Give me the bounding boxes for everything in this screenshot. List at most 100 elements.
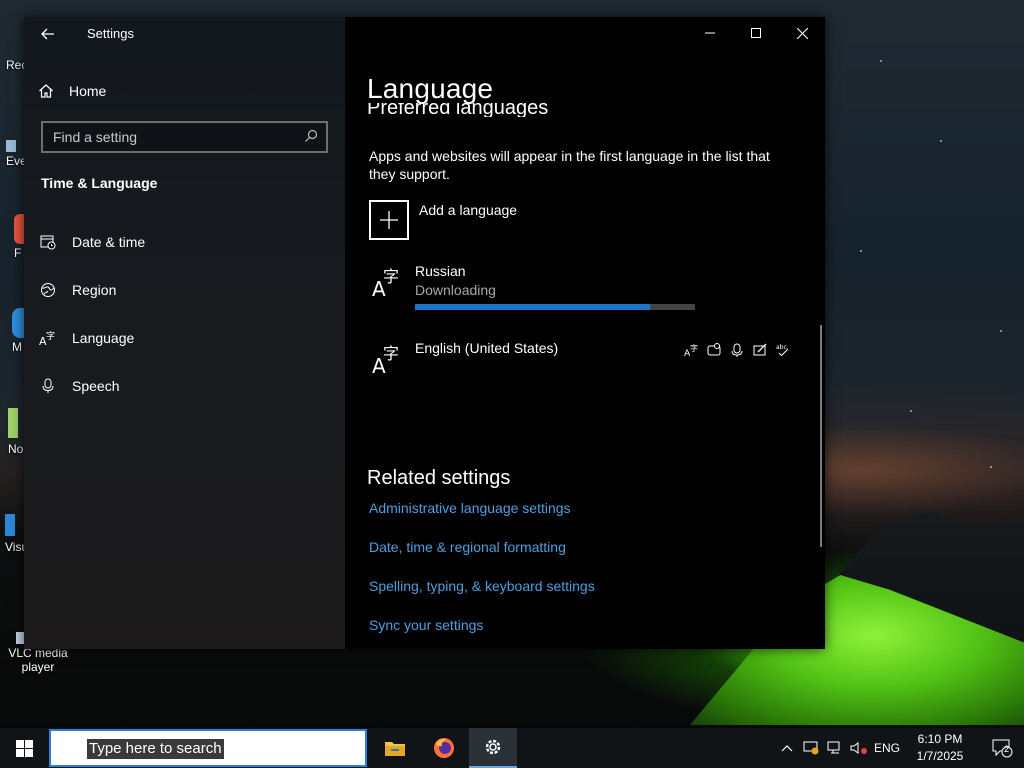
related-settings-heading: Related settings	[367, 467, 511, 489]
taskbar: Type here to search ENG 6:10 PM 1/7/2025	[0, 728, 1024, 768]
desktop-icon-label: No	[8, 442, 24, 456]
notification-icon	[992, 739, 1013, 758]
shortcut-icon	[6, 140, 16, 152]
desktop-icon-label: VLC media player	[8, 646, 68, 674]
gear-icon	[485, 739, 501, 755]
plus-icon	[369, 200, 409, 240]
tray-network-icon[interactable]	[824, 728, 846, 768]
sidebar: Settings Home Find a setting Time & Lang…	[24, 17, 345, 649]
home-icon	[39, 84, 53, 98]
vscode-icon	[5, 514, 15, 536]
search-placeholder: Find a setting	[53, 129, 138, 145]
heading-text: Preferred languages	[367, 103, 549, 117]
title-bar: Settings	[24, 17, 345, 51]
tray-clock[interactable]: 6:10 PM 1/7/2025	[908, 731, 972, 765]
download-progress-bar	[415, 304, 695, 310]
firefox-icon	[14, 214, 24, 244]
sidebar-item-home[interactable]: Home	[38, 79, 106, 103]
settings-window: Settings Home Find a setting Time & Lang…	[24, 17, 825, 649]
volume-muted-icon	[850, 742, 867, 754]
window-title: Settings	[87, 26, 134, 41]
notification-center-button[interactable]: 2	[980, 728, 1024, 768]
microphone-icon	[38, 376, 58, 396]
language-icon: A 字	[372, 344, 399, 376]
notepad-icon	[8, 408, 18, 438]
clock-time: 6:10 PM	[917, 732, 963, 746]
display-language-icon: A字	[683, 342, 699, 358]
chevron-up-icon	[781, 745, 793, 752]
firefox-icon	[434, 738, 454, 758]
desktop-icon-notepad[interactable]: No	[8, 408, 23, 456]
spell-check-icon: abc	[775, 342, 791, 358]
tray-security-icon[interactable]	[800, 728, 822, 768]
star	[860, 250, 862, 252]
taskbar-search-box[interactable]: Type here to search	[49, 729, 367, 767]
page-title: Language	[367, 73, 494, 104]
close-button[interactable]	[779, 17, 825, 49]
maximize-icon	[751, 28, 761, 38]
star	[990, 466, 992, 468]
language-name: Russian	[415, 263, 466, 279]
search-icon	[305, 129, 318, 142]
sync-settings-link[interactable]: Sync your settings	[369, 617, 483, 633]
maximize-button[interactable]	[733, 17, 779, 49]
star	[940, 140, 942, 142]
back-button[interactable]	[34, 23, 62, 45]
calendar-clock-icon	[38, 232, 58, 252]
add-language-label: Add a language	[419, 202, 518, 218]
spelling-typing-keyboard-link[interactable]: Spelling, typing, & keyboard settings	[369, 578, 595, 594]
sidebar-item-label: Home	[69, 83, 107, 99]
desktop-icon-edge[interactable]: M	[12, 308, 24, 354]
add-language-button[interactable]: Add a language	[369, 200, 517, 240]
description-text: Apps and websites will appear in the fir…	[369, 148, 770, 182]
date-time-regional-link[interactable]: Date, time & regional formatting	[369, 539, 566, 555]
ethernet-icon	[827, 741, 840, 754]
sidebar-item-label: Speech	[72, 378, 120, 394]
windows-logo-icon	[15, 739, 33, 757]
sidebar-item-speech[interactable]: Speech	[38, 374, 119, 398]
edge-icon	[12, 308, 24, 338]
sidebar-item-language[interactable]: A字 Language	[38, 326, 134, 350]
scrollbar[interactable]	[820, 325, 822, 547]
sidebar-item-region[interactable]: Region	[38, 278, 116, 302]
progress-fill	[415, 304, 651, 310]
start-button[interactable]	[0, 728, 48, 768]
folder-icon	[385, 742, 405, 756]
handwriting-icon	[752, 342, 768, 358]
taskbar-firefox[interactable]	[420, 728, 468, 768]
taskbar-search-placeholder: Type here to search	[87, 739, 224, 759]
svg-text:字: 字	[383, 267, 399, 286]
language-icon: A 字	[372, 267, 399, 299]
desktop-icon-firefox[interactable]: F	[14, 214, 24, 260]
globe-icon	[38, 280, 58, 300]
taskbar-file-explorer[interactable]	[371, 728, 419, 768]
minimize-button[interactable]	[687, 17, 733, 49]
admin-language-settings-link[interactable]: Administrative language settings	[369, 500, 571, 516]
show-hidden-icons-button[interactable]	[778, 728, 796, 768]
back-arrow-icon	[41, 28, 54, 40]
sidebar-item-label: Region	[72, 282, 117, 298]
desktop-icon-label: F	[14, 246, 22, 260]
svg-text:字: 字	[46, 330, 55, 342]
minimize-icon	[705, 32, 715, 34]
find-setting-input[interactable]: Find a setting	[41, 121, 328, 153]
network-warning-icon	[803, 741, 819, 755]
sidebar-item-label: Date & time	[72, 234, 146, 250]
speech-recognition-icon	[706, 342, 722, 358]
sidebar-item-date-time[interactable]: Date & time	[38, 230, 145, 254]
main-content: Language Preferred languages Apps and we…	[345, 17, 825, 649]
preferred-languages-heading: Preferred languages	[367, 103, 667, 117]
clock-date: 1/7/2025	[916, 749, 964, 763]
taskbar-settings[interactable]	[469, 728, 517, 768]
text-to-speech-icon	[729, 342, 745, 358]
tray-volume-icon[interactable]	[848, 728, 870, 768]
language-features: A字 abc	[683, 342, 791, 358]
star	[910, 410, 912, 412]
language-name: English (United States)	[415, 340, 559, 356]
svg-text:字: 字	[383, 344, 399, 363]
tray-language[interactable]: ENG	[872, 728, 902, 768]
close-icon	[796, 27, 808, 39]
language-status: Downloading	[415, 282, 496, 298]
notification-count: 2	[1004, 744, 1010, 754]
svg-text:字: 字	[690, 343, 698, 353]
